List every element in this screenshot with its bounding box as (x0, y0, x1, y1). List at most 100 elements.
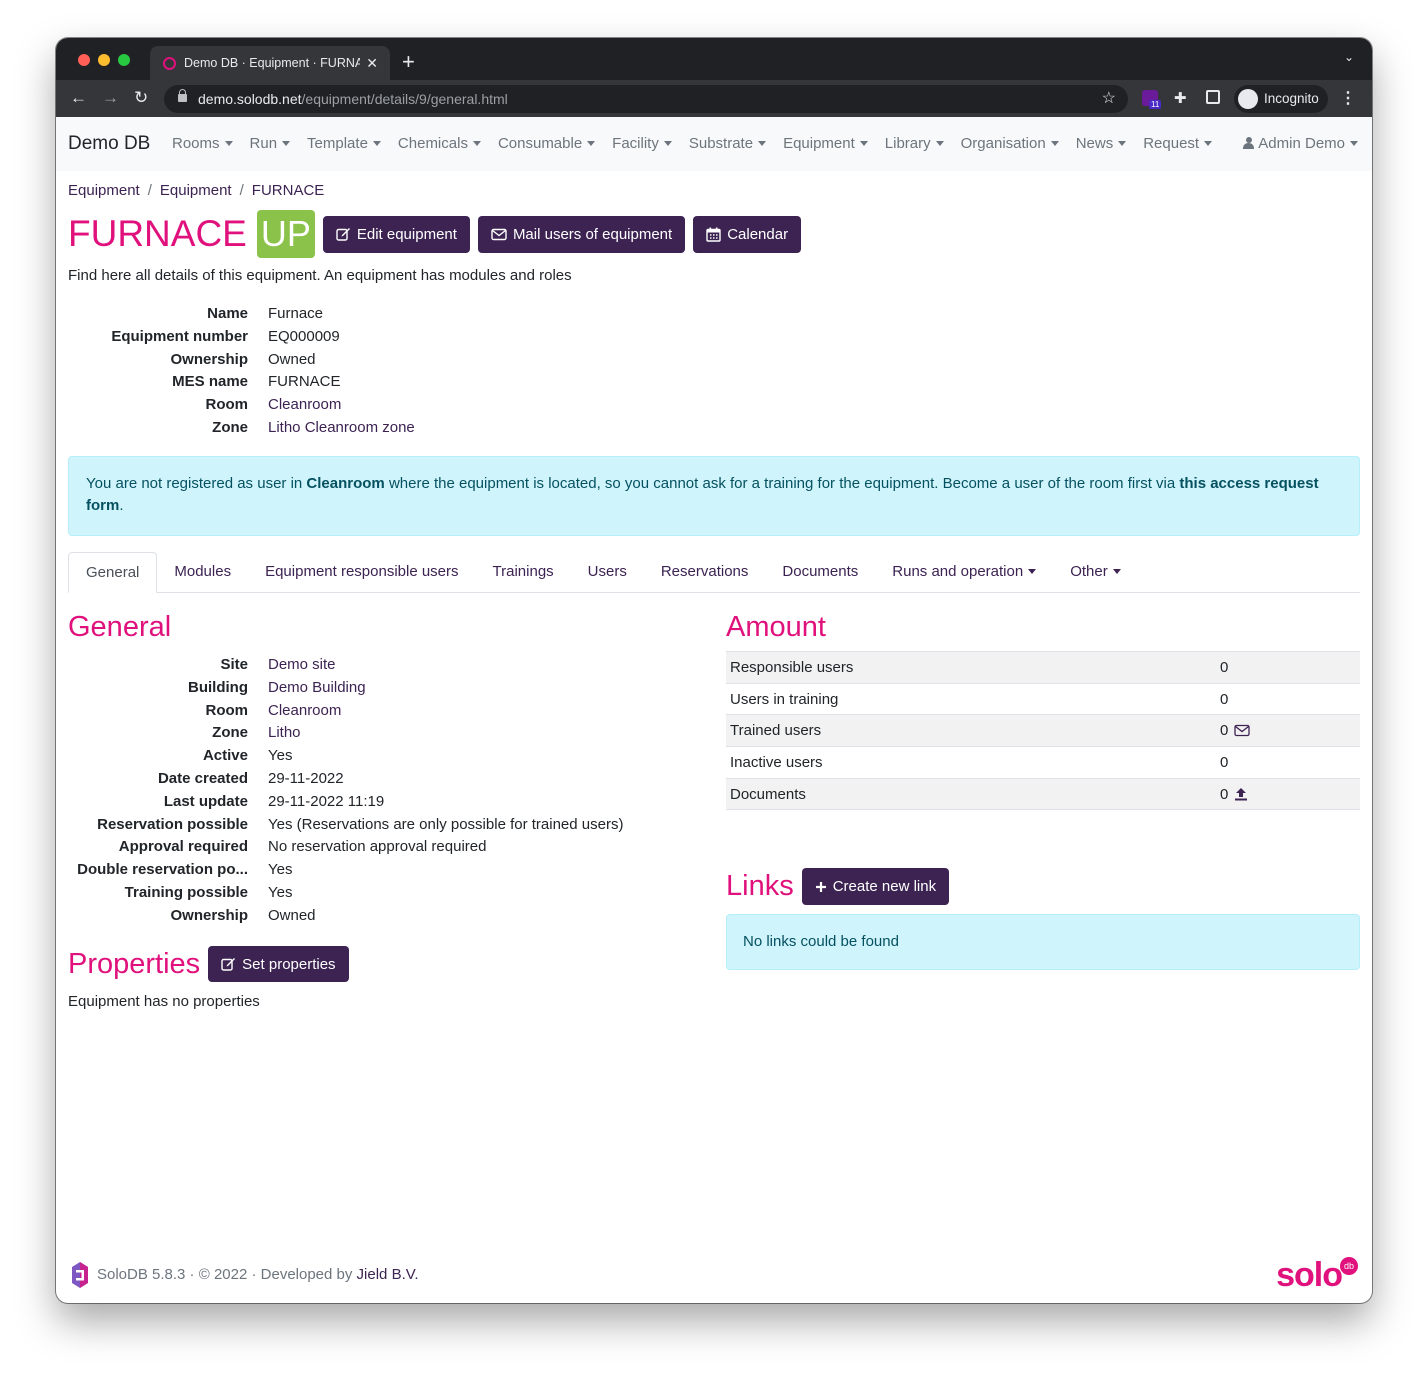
general-label: Last update (163, 792, 248, 810)
menu-equipment[interactable]: Equipment (783, 135, 868, 152)
tab-users[interactable]: Users (571, 552, 644, 592)
caret-icon (1050, 140, 1059, 146)
browser-tab[interactable]: Demo DB · Equipment · FURNACE ✕ (150, 46, 390, 80)
maximize-window-button[interactable] (118, 54, 130, 66)
tab-general[interactable]: General (68, 552, 158, 593)
detail-value: Furnace (268, 305, 324, 322)
calendar-button[interactable]: Calendar (693, 215, 802, 253)
general-value: Yes (268, 861, 293, 879)
zone-link[interactable]: Litho (268, 723, 623, 742)
tab-documents[interactable]: Documents (765, 552, 875, 592)
tab-responsible-users[interactable]: Equipment responsible users (248, 552, 475, 592)
amount-label: Inactive users (726, 746, 1216, 779)
favicon-icon (163, 57, 176, 70)
menu-rooms[interactable]: Rooms (172, 135, 233, 152)
intro-text: Find here all details of this equipment.… (68, 267, 572, 284)
user-icon (1243, 137, 1255, 149)
edit-icon (221, 958, 236, 971)
tab-modules[interactable]: Modules (157, 552, 248, 592)
incognito-indicator[interactable]: Incognito (1234, 85, 1328, 113)
upload-icon[interactable] (1234, 787, 1248, 801)
plus-icon (815, 881, 826, 892)
details-list: Name Furnace Equipment number EQ000009 Own… (68, 304, 415, 437)
amount-value: 0 (1220, 785, 1229, 803)
forward-icon[interactable]: → (102, 87, 119, 109)
tab-trainings[interactable]: Trainings (476, 552, 571, 592)
mail-trained-users-icon[interactable] (1234, 724, 1250, 737)
menu-news[interactable]: News (1076, 135, 1127, 152)
menu-run[interactable]: Run (250, 135, 291, 152)
caret-icon (1112, 568, 1121, 574)
menu-organisation[interactable]: Organisation (961, 135, 1059, 152)
address-bar[interactable]: demo.solodb.net/equipment/details/9/gene… (164, 85, 1128, 113)
tab-other[interactable]: Other (1053, 552, 1138, 592)
caret-icon (472, 140, 481, 146)
detail-value: Owned (268, 350, 316, 368)
room-link[interactable]: Cleanroom (268, 395, 415, 414)
menu-facility[interactable]: Facility (612, 135, 672, 152)
general-value: Owned (268, 906, 316, 924)
detail-label: Zone (212, 418, 248, 436)
extensions-puzzle-icon[interactable]: ✚ (1174, 89, 1187, 107)
caret-icon (758, 140, 767, 146)
amount-label: Users in training (726, 682, 1216, 715)
general-heading: General (68, 611, 172, 643)
alert-room: Cleanroom (306, 475, 385, 492)
incognito-label: Incognito (1264, 91, 1319, 106)
tab-search-icon[interactable]: ⌄ (1344, 50, 1354, 64)
menu-library[interactable]: Library (885, 135, 944, 152)
developer-link[interactable]: Jield B.V. (357, 1266, 419, 1283)
side-panel-icon[interactable] (1206, 90, 1220, 104)
create-new-link-button[interactable]: Create new link (801, 868, 950, 905)
amount-label: Documents (726, 777, 1216, 811)
menu-template[interactable]: Template (307, 135, 381, 152)
caret-icon (282, 140, 291, 146)
general-label: Room (205, 701, 249, 719)
tab-reservations[interactable]: Reservations (644, 552, 766, 592)
site-link[interactable]: Demo site (268, 655, 623, 674)
caret-icon (1350, 140, 1358, 146)
caret-icon (1028, 568, 1037, 574)
general-value: Yes (268, 747, 293, 765)
reload-icon[interactable]: ↻ (134, 87, 148, 109)
close-tab-icon[interactable]: ✕ (366, 46, 378, 80)
back-icon[interactable]: ← (70, 87, 87, 109)
breadcrumb-item[interactable]: Equipment (160, 182, 232, 199)
links-header: Links Create new link (726, 868, 950, 905)
status-badge: UP (256, 210, 315, 258)
set-properties-button[interactable]: Set properties (208, 946, 349, 982)
amount-heading: Amount (726, 611, 826, 643)
caret-icon (224, 140, 233, 146)
browser-menu-icon[interactable]: ⋮ (1340, 88, 1356, 108)
room-link[interactable]: Cleanroom (268, 701, 623, 720)
detail-label: Room (205, 396, 249, 414)
table-row: Trained users 0 (726, 714, 1360, 747)
mail-users-button[interactable]: Mail users of equipment (477, 215, 686, 253)
new-tab-icon[interactable]: + (402, 48, 415, 76)
menu-chemicals[interactable]: Chemicals (398, 135, 481, 152)
edit-equipment-button[interactable]: Edit equipment (322, 215, 470, 253)
properties-header: Properties Set properties (68, 946, 349, 982)
user-menu[interactable]: Admin Demo (1243, 135, 1358, 152)
menu-substrate[interactable]: Substrate (689, 135, 767, 152)
building-link[interactable]: Demo Building (268, 678, 623, 697)
title-row: FURNACE UP Edit equipment Mail users of … (68, 208, 802, 260)
general-label: Site (220, 656, 248, 673)
envelope-icon (491, 228, 507, 240)
general-label: Double reservation po... (77, 861, 248, 879)
brand[interactable]: Demo DB (68, 133, 150, 155)
detail-value: FURNACE (268, 373, 341, 391)
menu-consumable[interactable]: Consumable (498, 135, 596, 152)
breadcrumb-item[interactable]: Equipment (68, 182, 140, 199)
detail-label: Ownership (170, 350, 248, 368)
browser-window: Demo DB · Equipment · FURNACE ✕ + ⌄ ← → … (56, 38, 1372, 1303)
breadcrumb-current: FURNACE (251, 182, 325, 199)
browser-toolbar: ← → ↻ demo.solodb.net/equipment/details/… (56, 80, 1372, 117)
tab-runs-and-operation[interactable]: Runs and operation (875, 552, 1053, 592)
caret-icon (1118, 140, 1127, 146)
close-window-button[interactable] (78, 54, 90, 66)
zone-link[interactable]: Litho Cleanroom zone (268, 418, 415, 437)
menu-request[interactable]: Request (1143, 135, 1213, 152)
bookmark-star-icon[interactable]: ☆ (1102, 85, 1116, 113)
minimize-window-button[interactable] (98, 54, 110, 66)
